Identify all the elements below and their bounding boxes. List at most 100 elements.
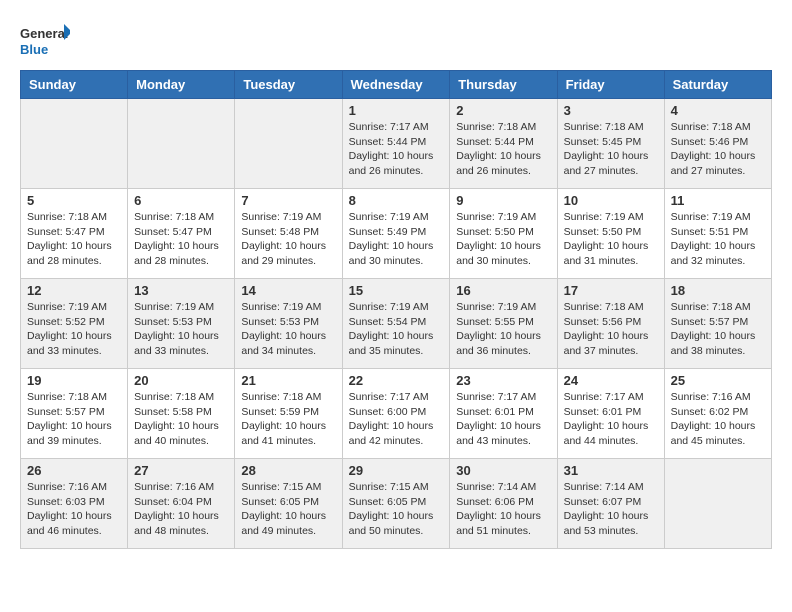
day-number: 7 [241,193,335,208]
calendar-cell: 15 Sunrise: 7:19 AM Sunset: 5:54 PM Dayli… [342,279,450,369]
calendar-cell: 3 Sunrise: 7:18 AM Sunset: 5:45 PM Daylig… [557,99,664,189]
calendar-cell: 23 Sunrise: 7:17 AM Sunset: 6:01 PM Dayli… [450,369,557,459]
day-info: Sunrise: 7:19 AM Sunset: 5:55 PM Dayligh… [456,300,550,359]
day-info: Sunrise: 7:18 AM Sunset: 5:57 PM Dayligh… [27,390,121,449]
day-number: 30 [456,463,550,478]
day-info: Sunrise: 7:14 AM Sunset: 6:06 PM Dayligh… [456,480,550,539]
day-info: Sunrise: 7:16 AM Sunset: 6:03 PM Dayligh… [27,480,121,539]
day-info: Sunrise: 7:18 AM Sunset: 5:47 PM Dayligh… [27,210,121,269]
calendar-cell: 29Sunrise: 7:15 AM Sunset: 6:05 PM Dayli… [342,459,450,549]
day-number: 11 [671,193,765,208]
day-number: 15 [349,283,444,298]
calendar-cell: 7 Sunrise: 7:19 AM Sunset: 5:48 PM Daylig… [235,189,342,279]
day-info: Sunrise: 7:16 AM Sunset: 6:02 PM Dayligh… [671,390,765,449]
day-info: Sunrise: 7:17 AM Sunset: 6:01 PM Dayligh… [456,390,550,449]
day-number: 22 [349,373,444,388]
calendar-cell: 26 Sunrise: 7:16 AM Sunset: 6:03 PM Dayli… [21,459,128,549]
day-info: Sunrise: 7:19 AM Sunset: 5:49 PM Dayligh… [349,210,444,269]
day-info: Sunrise: 7:18 AM Sunset: 5:59 PM Dayligh… [241,390,335,449]
day-header-friday: Friday [557,71,664,99]
calendar: SundayMondayTuesdayWednesdayThursdayFrid… [20,70,772,549]
day-info: Sunrise: 7:19 AM Sunset: 5:52 PM Dayligh… [27,300,121,359]
calendar-cell: 8 Sunrise: 7:19 AM Sunset: 5:49 PM Daylig… [342,189,450,279]
calendar-cell [235,99,342,189]
day-info: Sunrise: 7:18 AM Sunset: 5:44 PM Dayligh… [456,120,550,179]
calendar-cell: 31Sunrise: 7:14 AM Sunset: 6:07 PM Dayli… [557,459,664,549]
day-header-tuesday: Tuesday [235,71,342,99]
day-number: 9 [456,193,550,208]
calendar-cell: 11Sunrise: 7:19 AM Sunset: 5:51 PM Dayli… [664,189,771,279]
day-info: Sunrise: 7:19 AM Sunset: 5:50 PM Dayligh… [456,210,550,269]
calendar-cell: 9 Sunrise: 7:19 AM Sunset: 5:50 PM Daylig… [450,189,557,279]
days-header-row: SundayMondayTuesdayWednesdayThursdayFrid… [21,71,772,99]
day-header-saturday: Saturday [664,71,771,99]
day-number: 27 [134,463,228,478]
day-info: Sunrise: 7:18 AM Sunset: 5:58 PM Dayligh… [134,390,228,449]
header: General Blue [20,20,772,60]
calendar-cell: 14 Sunrise: 7:19 AM Sunset: 5:53 PM Dayli… [235,279,342,369]
calendar-cell: 16 Sunrise: 7:19 AM Sunset: 5:55 PM Dayli… [450,279,557,369]
day-info: Sunrise: 7:17 AM Sunset: 6:00 PM Dayligh… [349,390,444,449]
day-number: 2 [456,103,550,118]
day-header-monday: Monday [128,71,235,99]
calendar-cell: 19 Sunrise: 7:18 AM Sunset: 5:57 PM Dayli… [21,369,128,459]
calendar-cell: 13 Sunrise: 7:19 AM Sunset: 5:53 PM Dayli… [128,279,235,369]
day-number: 14 [241,283,335,298]
day-number: 26 [27,463,121,478]
calendar-cell: 21Sunrise: 7:18 AM Sunset: 5:59 PM Dayli… [235,369,342,459]
calendar-cell: 10Sunrise: 7:19 AM Sunset: 5:50 PM Dayli… [557,189,664,279]
calendar-cell: 28 Sunrise: 7:15 AM Sunset: 6:05 PM Dayli… [235,459,342,549]
calendar-cell: 2 Sunrise: 7:18 AM Sunset: 5:44 PM Daylig… [450,99,557,189]
week-row-4: 19 Sunrise: 7:18 AM Sunset: 5:57 PM Dayli… [21,369,772,459]
day-number: 16 [456,283,550,298]
calendar-cell: 20 Sunrise: 7:18 AM Sunset: 5:58 PM Dayli… [128,369,235,459]
day-info: Sunrise: 7:19 AM Sunset: 5:53 PM Dayligh… [134,300,228,359]
calendar-cell: 6 Sunrise: 7:18 AM Sunset: 5:47 PM Daylig… [128,189,235,279]
day-number: 3 [564,103,658,118]
day-header-wednesday: Wednesday [342,71,450,99]
day-number: 23 [456,373,550,388]
calendar-cell: 5Sunrise: 7:18 AM Sunset: 5:47 PM Daylig… [21,189,128,279]
day-info: Sunrise: 7:18 AM Sunset: 5:45 PM Dayligh… [564,120,658,179]
week-row-3: 12 Sunrise: 7:19 AM Sunset: 5:52 PM Dayli… [21,279,772,369]
logo-svg: General Blue [20,20,70,60]
day-number: 19 [27,373,121,388]
calendar-cell: 17 Sunrise: 7:18 AM Sunset: 5:56 PM Dayli… [557,279,664,369]
week-row-5: 26 Sunrise: 7:16 AM Sunset: 6:03 PM Dayli… [21,459,772,549]
day-info: Sunrise: 7:19 AM Sunset: 5:54 PM Dayligh… [349,300,444,359]
day-info: Sunrise: 7:17 AM Sunset: 5:44 PM Dayligh… [349,120,444,179]
calendar-cell: 4Sunrise: 7:18 AM Sunset: 5:46 PM Daylig… [664,99,771,189]
calendar-cell [21,99,128,189]
day-number: 25 [671,373,765,388]
calendar-cell: 18Sunrise: 7:18 AM Sunset: 5:57 PM Dayli… [664,279,771,369]
calendar-cell: 22 Sunrise: 7:17 AM Sunset: 6:00 PM Dayli… [342,369,450,459]
day-number: 17 [564,283,658,298]
calendar-cell: 24Sunrise: 7:17 AM Sunset: 6:01 PM Dayli… [557,369,664,459]
day-number: 20 [134,373,228,388]
day-number: 29 [349,463,444,478]
day-number: 13 [134,283,228,298]
day-info: Sunrise: 7:16 AM Sunset: 6:04 PM Dayligh… [134,480,228,539]
calendar-cell: 30 Sunrise: 7:14 AM Sunset: 6:06 PM Dayli… [450,459,557,549]
day-info: Sunrise: 7:18 AM Sunset: 5:57 PM Dayligh… [671,300,765,359]
day-info: Sunrise: 7:18 AM Sunset: 5:56 PM Dayligh… [564,300,658,359]
calendar-cell: 25 Sunrise: 7:16 AM Sunset: 6:02 PM Dayli… [664,369,771,459]
day-info: Sunrise: 7:15 AM Sunset: 6:05 PM Dayligh… [241,480,335,539]
day-number: 8 [349,193,444,208]
day-number: 6 [134,193,228,208]
day-number: 4 [671,103,765,118]
week-row-1: 1 Sunrise: 7:17 AM Sunset: 5:44 PM Daylig… [21,99,772,189]
day-info: Sunrise: 7:19 AM Sunset: 5:48 PM Dayligh… [241,210,335,269]
calendar-cell: 1 Sunrise: 7:17 AM Sunset: 5:44 PM Daylig… [342,99,450,189]
calendar-cell: 12 Sunrise: 7:19 AM Sunset: 5:52 PM Dayli… [21,279,128,369]
day-info: Sunrise: 7:19 AM Sunset: 5:50 PM Dayligh… [564,210,658,269]
day-info: Sunrise: 7:18 AM Sunset: 5:47 PM Dayligh… [134,210,228,269]
calendar-cell: 27 Sunrise: 7:16 AM Sunset: 6:04 PM Dayli… [128,459,235,549]
logo: General Blue [20,20,70,60]
day-header-sunday: Sunday [21,71,128,99]
day-number: 1 [349,103,444,118]
day-number: 12 [27,283,121,298]
day-number: 28 [241,463,335,478]
day-info: Sunrise: 7:14 AM Sunset: 6:07 PM Dayligh… [564,480,658,539]
day-info: Sunrise: 7:19 AM Sunset: 5:53 PM Dayligh… [241,300,335,359]
